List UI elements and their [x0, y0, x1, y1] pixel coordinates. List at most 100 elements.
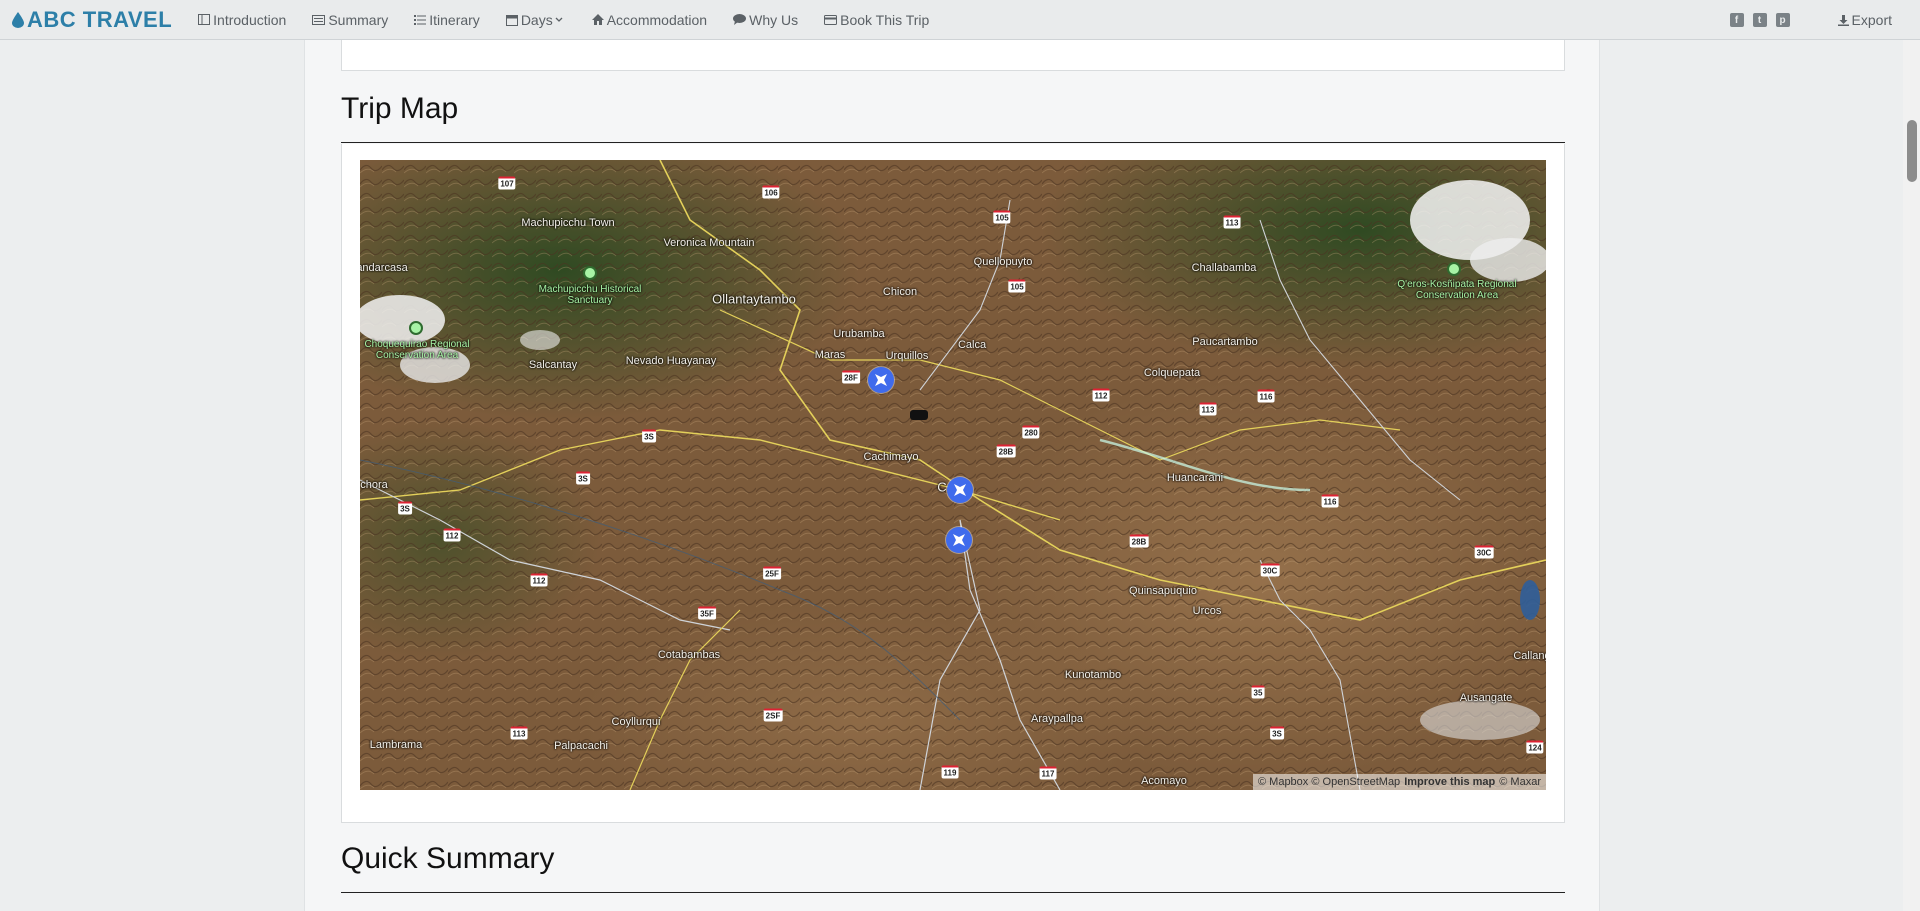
nav-why-us-label: Why Us: [749, 11, 799, 28]
map-terrain: [360, 160, 1546, 790]
map-label: andarcasa: [360, 262, 408, 274]
map-label: Callang: [1513, 650, 1546, 662]
content-column: Trip Map Machupicchu Town Veronica Mount…: [304, 40, 1600, 911]
top-navbar: ABC TRAVEL Introduction Summary Itinerar…: [0, 0, 1920, 40]
map-label: Paucartambo: [1192, 336, 1258, 348]
road-shield: 30C: [1260, 563, 1280, 577]
road-shield: 35F: [698, 606, 716, 620]
nav-days[interactable]: Days: [505, 11, 566, 28]
osm-link[interactable]: © OpenStreetMap: [1311, 776, 1400, 788]
road-shield: 105: [1008, 279, 1026, 293]
improve-map-link[interactable]: Improve this map: [1404, 776, 1495, 788]
map-label: C: [937, 479, 947, 495]
map-label: Calca: [957, 339, 987, 351]
road-shield: 25F: [763, 566, 781, 580]
page-scrollbar[interactable]: [1903, 40, 1920, 911]
columns-icon: [198, 14, 211, 25]
maxar-link[interactable]: © Maxar: [1499, 776, 1541, 788]
nav-accommodation-label: Accommodation: [606, 11, 708, 28]
quick-summary-title: Quick Summary: [341, 842, 555, 875]
map-label: Maras: [814, 349, 846, 361]
trip-map[interactable]: Machupicchu Town Veronica Mountain Ollan…: [360, 160, 1546, 790]
map-label: chora: [360, 479, 388, 491]
card-icon: [312, 14, 326, 25]
map-label: Araypallpa: [1031, 713, 1083, 725]
map-label: Ausangate: [1459, 692, 1513, 704]
navbar-right: f t p Export: [1721, 0, 1892, 40]
export-label: Export: [1851, 12, 1892, 28]
export-button[interactable]: Export: [1837, 12, 1892, 28]
map-label: Ollantaytambo: [712, 291, 796, 307]
nav-accommodation[interactable]: Accommodation: [591, 11, 708, 28]
star-marker-icon: [954, 484, 966, 496]
road-shield: 113: [510, 726, 528, 740]
map-label: Urcos: [1192, 605, 1222, 617]
twitter-icon[interactable]: t: [1752, 13, 1767, 27]
map-label: Cotabambas: [657, 649, 721, 661]
nav-why-us[interactable]: Why Us: [733, 12, 798, 28]
road-shield: 105: [993, 210, 1011, 224]
mapbox-link[interactable]: © Mapbox: [1258, 776, 1308, 788]
brand-logo[interactable]: ABC TRAVEL: [12, 7, 172, 33]
road-shield: 28B: [1129, 534, 1149, 548]
facebook-icon[interactable]: f: [1729, 13, 1744, 27]
map-label: Q'eros-Kosñipata Regional Conservation A…: [1397, 279, 1517, 301]
map-label: Chicon: [882, 286, 918, 298]
nav-book-this-trip[interactable]: Book This Trip: [824, 12, 929, 28]
road-shield: 113: [1199, 402, 1217, 416]
park-icon: [583, 266, 597, 280]
map-label: Cachimayo: [863, 451, 919, 463]
road-shield: 3S: [576, 471, 590, 485]
road-shield: 117: [1039, 766, 1057, 780]
nav-introduction-label: Introduction: [213, 11, 287, 28]
calendar-icon: [505, 14, 518, 26]
map-attribution: © Mapbox © OpenStreetMap Improve this ma…: [1253, 774, 1546, 790]
map-label: Choquequirao Regional Conservation Area: [364, 339, 470, 361]
download-icon: [1837, 14, 1849, 26]
road-shield: 124: [1526, 740, 1544, 754]
map-label: Machupicchu Historical Sanctuary: [538, 284, 642, 306]
road-shield: 3S: [642, 429, 656, 443]
nav-summary-label: Summary: [328, 11, 389, 28]
list-icon: [414, 15, 427, 25]
brand-name: ABC TRAVEL: [27, 6, 173, 32]
trip-map-box: Machupicchu Town Veronica Mountain Ollan…: [341, 144, 1565, 823]
trip-marker[interactable]: [946, 527, 972, 553]
map-label: Lambrama: [369, 739, 423, 751]
star-marker-icon: [953, 534, 965, 546]
nav-days-label: Days: [520, 11, 553, 28]
map-label: Urubamba: [833, 328, 885, 340]
road-shield: 30C: [1474, 545, 1494, 559]
trip-marker[interactable]: [947, 477, 973, 503]
trip-marker[interactable]: [868, 367, 894, 393]
road-shield: 3S: [398, 501, 412, 515]
drop-icon: [12, 11, 24, 28]
map-label: Acomayo: [1141, 775, 1187, 787]
road-shield: 280: [1022, 425, 1040, 439]
nav-book-this-trip-label: Book This Trip: [840, 11, 930, 28]
map-label: Challabamba: [1191, 262, 1257, 274]
map-label: Quinsapuquio: [1129, 585, 1197, 597]
map-label: Machupicchu Town: [521, 217, 615, 229]
map-label: Palpacachi: [554, 740, 608, 752]
road-shield: 35: [1251, 685, 1265, 699]
pinterest-icon[interactable]: p: [1775, 13, 1790, 27]
map-label: Coyllurqui: [611, 716, 661, 728]
road-shield: 112: [1092, 388, 1110, 402]
map-label: Nevado Huayanay: [625, 355, 717, 367]
map-label: Urquillos: [885, 350, 929, 362]
road-shield: 116: [1321, 494, 1339, 508]
road-shield: 3S: [1270, 726, 1284, 740]
map-label: Salcantay: [528, 359, 578, 371]
park-icon: [1447, 262, 1461, 276]
nav-introduction[interactable]: Introduction: [198, 12, 286, 28]
road-shield: 113: [1223, 215, 1241, 229]
nav-summary[interactable]: Summary: [312, 12, 388, 28]
park-icon: [409, 321, 423, 335]
road-shield: 112: [530, 573, 548, 587]
previous-section-box: [341, 40, 1565, 71]
nav-itinerary[interactable]: Itinerary: [414, 12, 480, 28]
scrollbar-thumb[interactable]: [1907, 120, 1917, 182]
map-label: Huancarani: [1166, 472, 1224, 484]
map-label: Kunotambo: [1064, 669, 1122, 681]
